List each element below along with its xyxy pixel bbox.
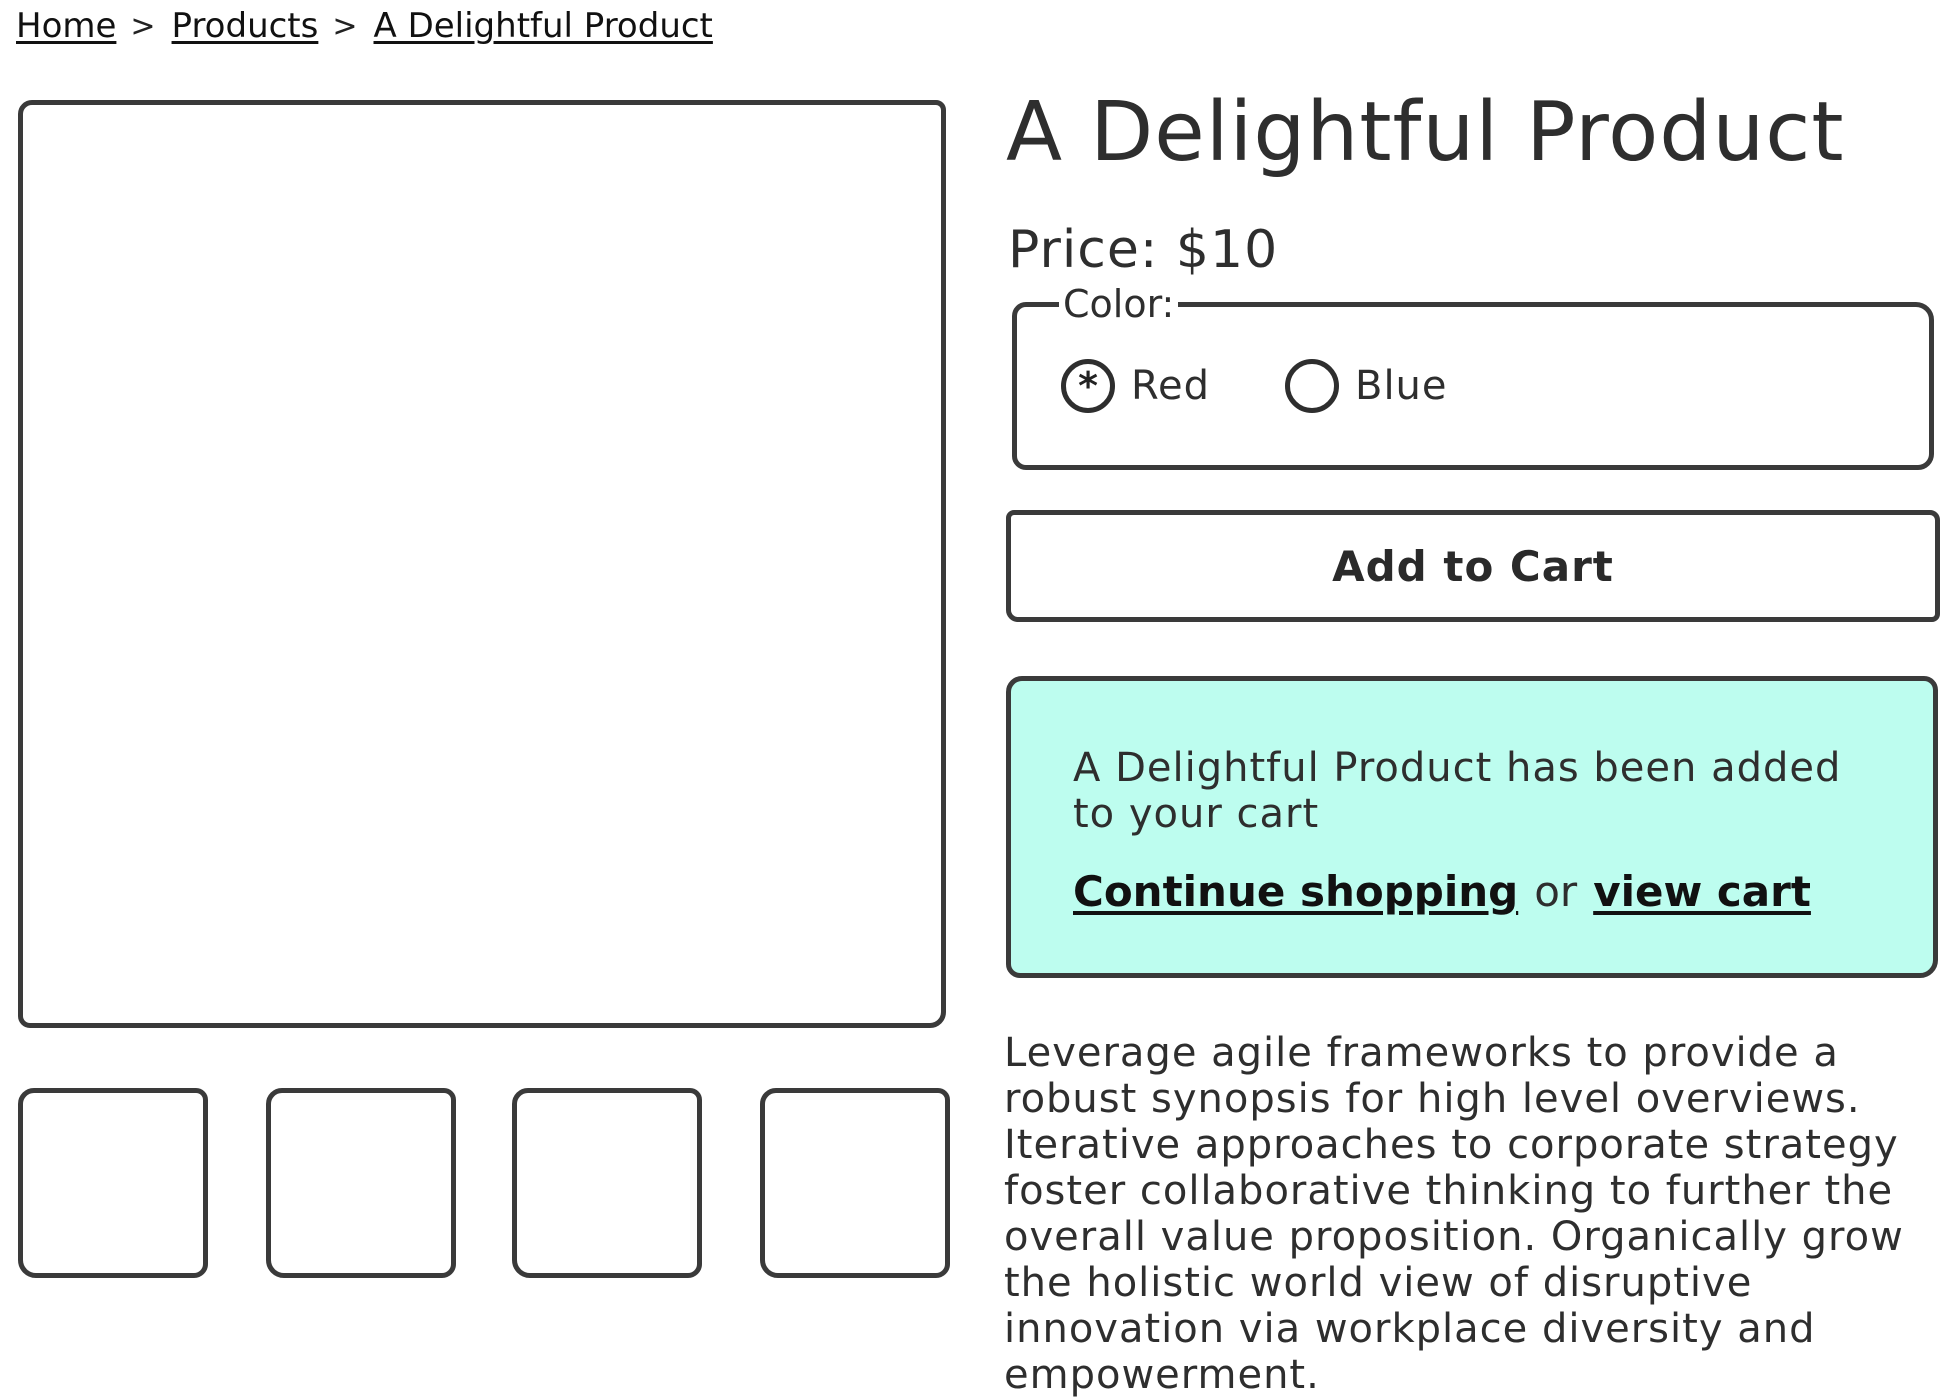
view-cart-link[interactable]: view cart xyxy=(1593,867,1811,916)
product-main-image xyxy=(18,100,946,1028)
product-title: A Delightful Product xyxy=(1006,85,1845,180)
continue-shopping-link[interactable]: Continue shopping xyxy=(1073,867,1518,916)
cart-confirmation-actions: Continue shopping or view cart xyxy=(1073,867,1811,916)
breadcrumb-products-link[interactable]: Products xyxy=(172,6,319,46)
color-option-blue[interactable]: Blue xyxy=(1285,359,1448,413)
product-thumbnail-1[interactable] xyxy=(18,1088,208,1278)
color-option-label: Blue xyxy=(1355,363,1448,409)
breadcrumb-separator: > xyxy=(332,8,358,44)
or-text: or xyxy=(1534,867,1578,916)
breadcrumb-separator: > xyxy=(130,8,156,44)
radio-selected-icon[interactable]: * xyxy=(1061,359,1115,413)
cart-confirmation-notice: A Delightful Product has been added to y… xyxy=(1006,676,1938,978)
color-selector: Color: * Red Blue xyxy=(1012,285,1934,470)
product-description: Leverage agile frameworks to provide a r… xyxy=(1004,1030,1904,1398)
cart-confirmation-message: A Delightful Product has been added to y… xyxy=(1073,745,1842,837)
product-thumbnail-2[interactable] xyxy=(266,1088,456,1278)
color-option-red[interactable]: * Red xyxy=(1061,359,1210,413)
radio-unselected-icon[interactable] xyxy=(1285,359,1339,413)
product-thumbnail-4[interactable] xyxy=(760,1088,950,1278)
breadcrumb: Home > Products > A Delightful Product xyxy=(16,6,713,46)
product-thumbnail-3[interactable] xyxy=(512,1088,702,1278)
product-price: Price: $10 xyxy=(1008,220,1279,280)
add-to-cart-button[interactable]: Add to Cart xyxy=(1006,510,1940,622)
breadcrumb-current-product-link[interactable]: A Delightful Product xyxy=(374,6,713,46)
color-legend: Color: xyxy=(1059,285,1179,323)
color-option-label: Red xyxy=(1131,363,1210,409)
breadcrumb-home-link[interactable]: Home xyxy=(16,6,116,46)
